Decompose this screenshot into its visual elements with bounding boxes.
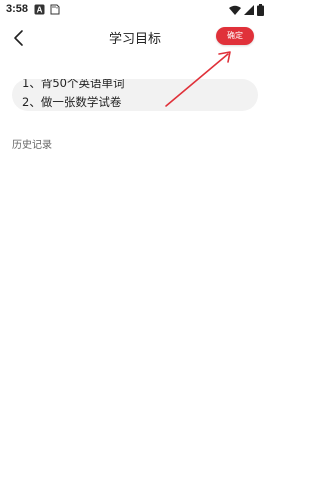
history-label: 历史记录 <box>12 140 52 151</box>
status-bar: 3:58 A <box>0 0 270 20</box>
sd-card-icon <box>50 4 60 15</box>
status-time: 3:58 <box>6 3 29 15</box>
wifi-icon <box>229 5 241 15</box>
goal-line: 1、背50个英语单词 <box>22 79 125 90</box>
svg-text:A: A <box>37 6 43 15</box>
annotation-arrow <box>165 51 231 107</box>
signal-icon <box>244 4 254 15</box>
goals-input[interactable]: 1、背50个英语单词 2、做一张数学试卷 <box>12 79 258 111</box>
a-badge-icon: A <box>34 4 45 15</box>
app-bar: 学习目标 确定 <box>0 20 270 56</box>
confirm-button[interactable]: 确定 <box>216 27 254 45</box>
goal-line: 2、做一张数学试卷 <box>22 95 122 109</box>
status-right-icons <box>229 4 264 16</box>
battery-icon <box>257 4 264 16</box>
